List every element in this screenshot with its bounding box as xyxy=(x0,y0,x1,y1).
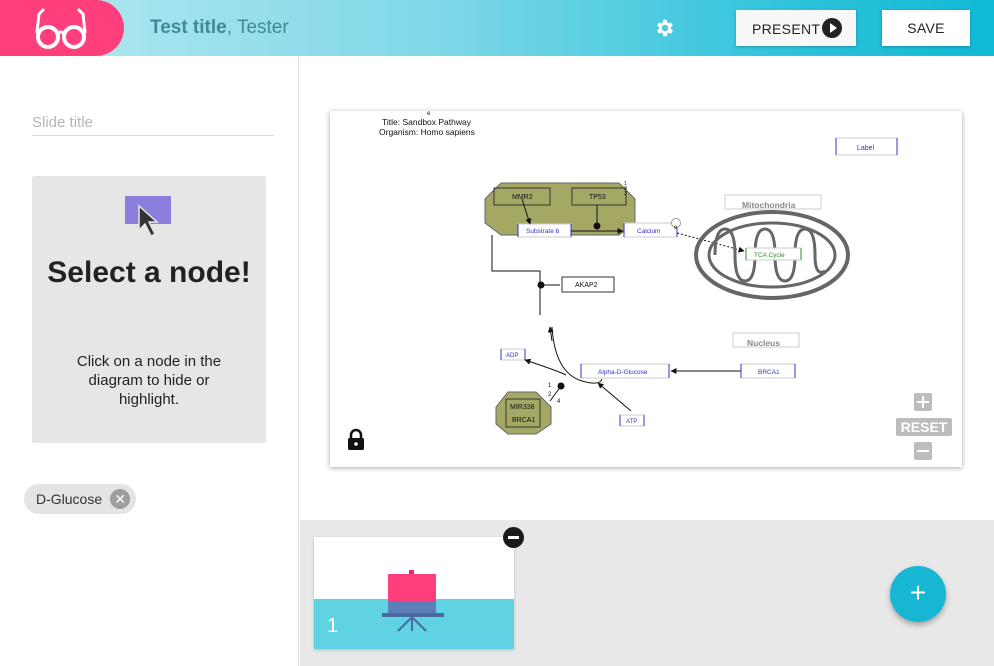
project-title: Test title xyxy=(150,17,227,38)
pathway-diagram[interactable]: e Title: Sandbox Pathway Organism: Homo … xyxy=(330,111,962,467)
node-alpha-text: Alpha-D-Glucose xyxy=(598,369,648,376)
node-akap2-text: AKAP2 xyxy=(575,282,598,289)
node-tp53-text: TP53 xyxy=(589,194,606,201)
node-label-text: Label xyxy=(857,145,875,152)
title-separator: , xyxy=(226,17,237,38)
node-mir338-text: MIR338 xyxy=(510,404,535,411)
node-adp[interactable]: ADP xyxy=(500,348,526,361)
chip-label: D-Glucose xyxy=(36,491,103,507)
app-header: Test title, Tester PRESENT SAVE xyxy=(0,0,994,56)
select-description: Click on a node in the diagram to hide o… xyxy=(76,353,222,408)
remove-slide-button[interactable] xyxy=(503,527,524,548)
slide-number: 1 xyxy=(327,615,339,637)
present-label: PRESENT xyxy=(752,21,821,37)
page-title[interactable]: Test title, Tester xyxy=(150,17,289,39)
zoom-out-button[interactable] xyxy=(914,442,932,460)
reset-zoom-button[interactable]: RESET xyxy=(896,418,952,436)
node-mitochondria-text: Mitochondria xyxy=(742,200,796,210)
node-substrate[interactable]: Substrate b xyxy=(517,223,572,238)
easel-icon xyxy=(382,570,444,632)
node-chip[interactable]: D-Glucose ✕ xyxy=(24,484,137,514)
node-substrate-text: Substrate b xyxy=(526,228,560,235)
diagram-organism: Organism: Homo sapiens xyxy=(379,127,475,137)
diagram-mark-n4: 4 xyxy=(557,399,561,405)
diagram-mark-n1b: 1 xyxy=(548,383,552,389)
diagram-title: Title: Sandbox Pathway xyxy=(382,117,472,127)
close-icon[interactable]: ✕ xyxy=(110,489,131,509)
diagram-mark-n3: 3 xyxy=(624,191,627,197)
node-adp-text: ADP xyxy=(506,353,518,359)
node-alpha-d-glucose[interactable]: Alpha-D-Glucose xyxy=(580,363,670,379)
sidebar: Select a node! Click on a node in the di… xyxy=(0,56,299,666)
play-icon xyxy=(822,18,842,38)
select-node-card: Select a node! Click on a node in the di… xyxy=(32,176,266,443)
node-akap2[interactable]: AKAP2 xyxy=(561,276,615,293)
node-brca1-text: BRCA1 xyxy=(758,369,780,376)
node-tca-cycle[interactable]: TCA Cycle xyxy=(745,247,802,261)
node-nucleus[interactable]: Nucleus xyxy=(732,332,800,348)
zoom-in-button[interactable] xyxy=(914,393,932,411)
node-nucleus-text: Nucleus xyxy=(747,338,780,348)
author-name: Tester xyxy=(236,17,289,38)
slide-thumbnail[interactable]: 1 xyxy=(314,537,514,649)
lock-icon[interactable] xyxy=(346,428,366,452)
add-slide-button[interactable]: + xyxy=(890,566,946,622)
save-button[interactable]: SAVE xyxy=(882,10,970,46)
node-atp[interactable]: ATP xyxy=(619,414,645,427)
node-brca1-group-text: BRCA1 xyxy=(512,417,535,424)
glasses-icon xyxy=(35,8,87,49)
node-calcium-text: Calcium xyxy=(637,228,660,235)
node-brca1[interactable]: BRCA1 xyxy=(740,363,796,379)
gear-icon[interactable] xyxy=(654,17,676,39)
diagram-mark-n2b: 2 xyxy=(548,392,552,398)
node-atp-text: ATP xyxy=(626,419,637,425)
group-octagon-small[interactable] xyxy=(495,391,552,435)
slide-title-input[interactable] xyxy=(32,110,274,136)
node-label[interactable]: Label xyxy=(835,137,898,156)
select-heading: Select a node! xyxy=(47,256,251,289)
present-button[interactable]: PRESENT xyxy=(736,10,856,46)
logo[interactable] xyxy=(0,0,124,56)
node-tca-text: TCA Cycle xyxy=(754,252,785,259)
node-calcium[interactable]: Calcium xyxy=(623,222,678,238)
node-mitochondria[interactable]: Mitochondria xyxy=(694,194,850,300)
cursor-select-icon xyxy=(125,196,171,238)
